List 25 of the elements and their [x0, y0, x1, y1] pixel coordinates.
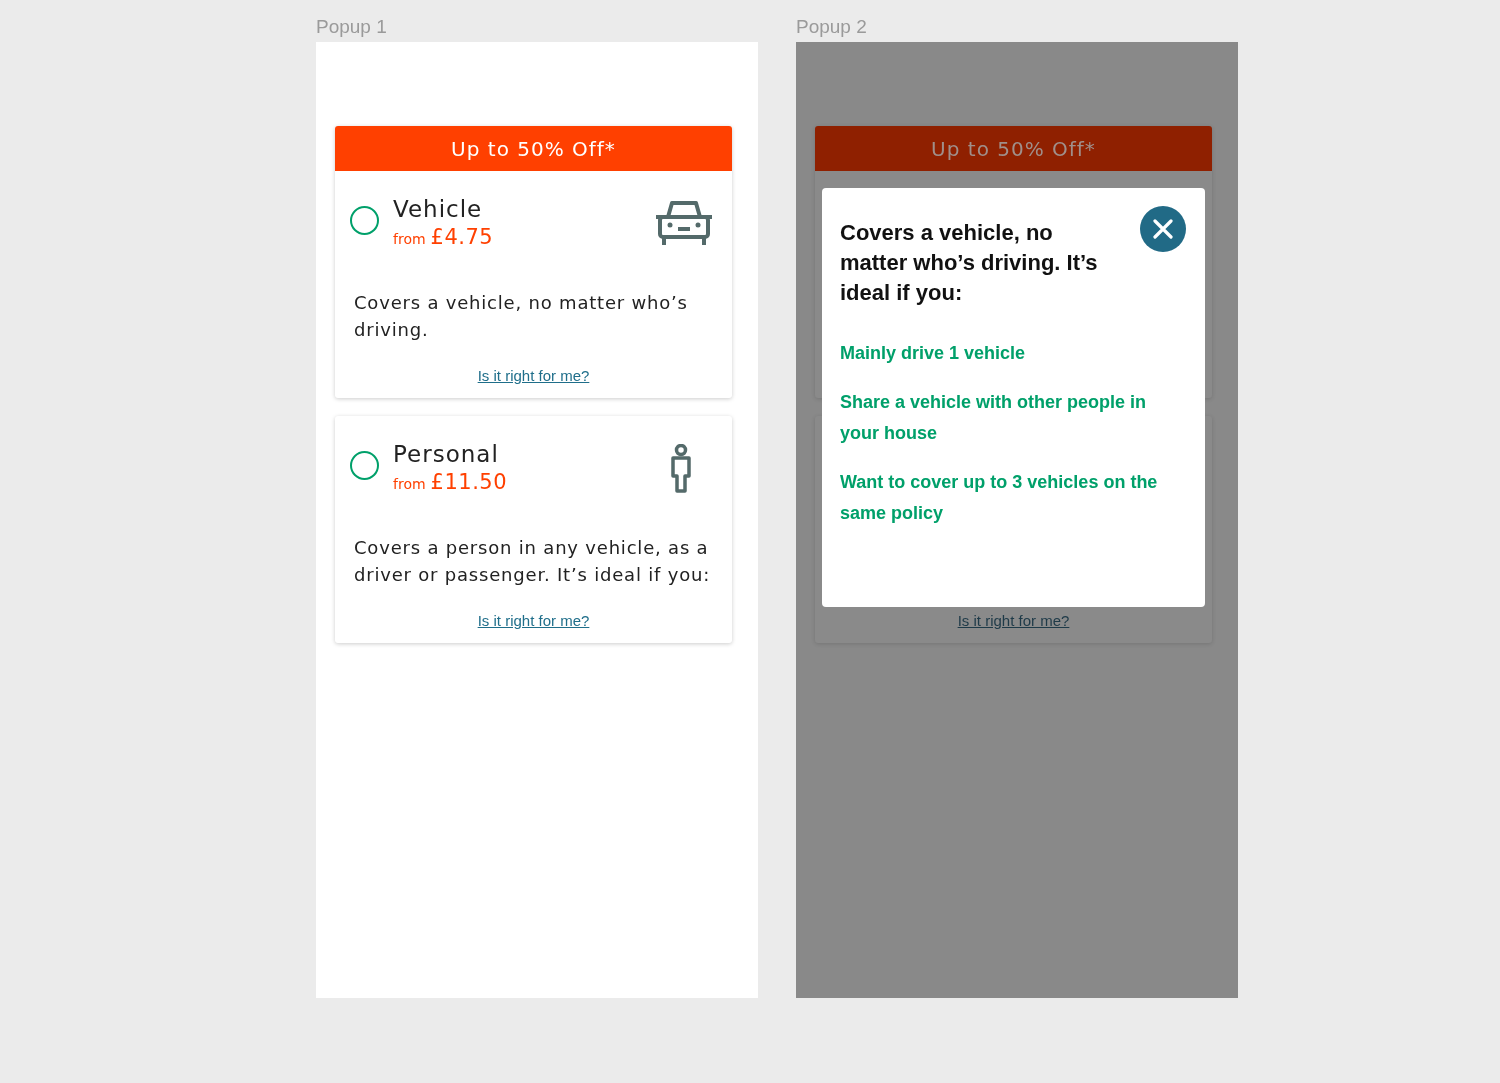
option-description: Covers a vehicle, no matter who’s driving. — [354, 291, 689, 342]
info-link[interactable]: Is it right for me? — [957, 612, 1070, 629]
price-prefix: from — [393, 231, 426, 247]
person-icon — [668, 444, 694, 494]
offer-banner: Up to 50% Off* — [335, 126, 732, 171]
offer-banner: Up to 50% Off* — [815, 126, 1212, 171]
frame-label: Popup 2 — [796, 15, 868, 39]
radio-button[interactable] — [350, 451, 379, 480]
option-description: Covers a person in any vehicle, as a driver or passenger. It’s ideal if you: — [354, 536, 712, 587]
dialog-list-item: Want to cover up to 3 vehicles on the same policy — [840, 471, 1159, 525]
radio-button[interactable] — [350, 206, 379, 235]
option-title: Personal — [393, 440, 500, 468]
dialog-title: Covers a vehicle, no matter who’s driving. It’s ideal if you: — [840, 219, 1099, 307]
frame-label: Popup 1 — [316, 15, 388, 39]
option-title: Vehicle — [393, 195, 484, 223]
dialog-list-item: Mainly drive 1 vehicle — [840, 342, 1027, 365]
close-button[interactable] — [1140, 206, 1186, 252]
info-link[interactable]: Is it right for me? — [477, 612, 590, 629]
price: £11.50 — [430, 470, 508, 494]
price-prefix: from — [393, 476, 426, 492]
price: £4.75 — [430, 225, 494, 249]
info-link[interactable]: Is it right for me? — [477, 367, 590, 384]
car-icon — [656, 199, 712, 247]
dialog-list-item: Share a vehicle with other people in your house — [840, 391, 1148, 445]
close-icon — [1153, 219, 1173, 239]
